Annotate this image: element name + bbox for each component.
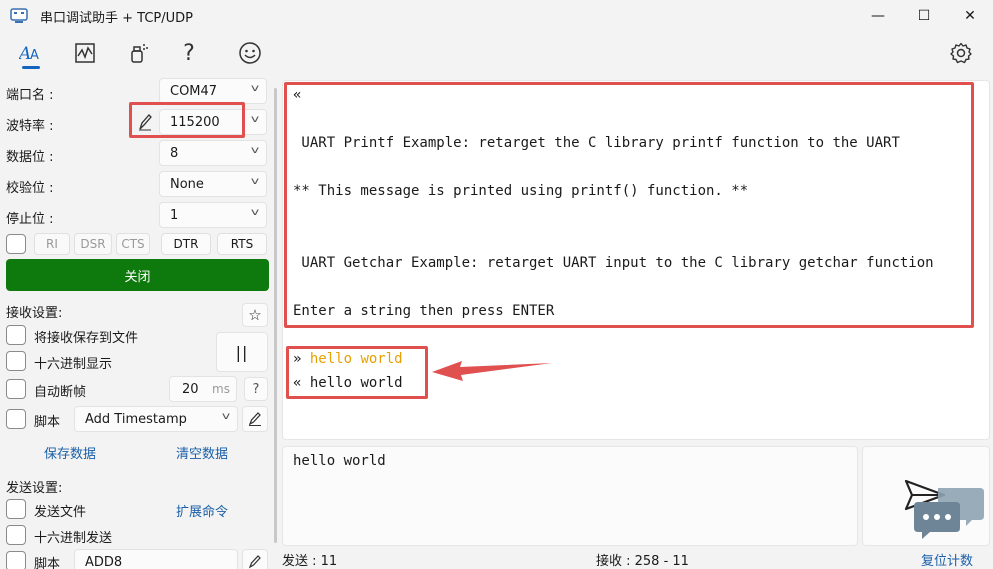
echo-highlight-box [286,346,428,399]
pins-checkbox[interactable] [6,234,26,254]
parity-value: None [170,176,204,192]
edit-send-script-icon[interactable] [242,549,268,569]
script-value: Add Timestamp [85,411,187,427]
reset-count-link[interactable]: 复位计数 [921,550,973,569]
active-tab-indicator [22,66,40,69]
edit-script-icon[interactable] [242,406,268,432]
pause-button[interactable]: || [216,332,268,372]
baud-label: 波特率 : [6,119,54,134]
parity-label: 校验位 : [6,181,54,196]
chevron-down-icon: v [250,176,260,187]
minimize-button[interactable]: — [855,0,901,32]
send-settings-heading: 发送设置: [6,481,63,496]
parity-select[interactable]: None v [159,171,267,197]
chevron-down-icon: v [250,83,260,94]
port-label: 端口名 : [6,88,54,103]
stopbits-label: 停止位 : [6,212,54,227]
frame-ms-unit: ms [212,382,230,396]
auto-frame-label: 自动断帧 [34,385,87,400]
maximize-button[interactable]: ☐ [901,0,947,32]
send-script-select[interactable]: ADD8 [74,549,238,569]
port-select[interactable]: COM47 v [159,78,267,104]
left-panel-scrollbar[interactable] [274,88,277,543]
chevron-down-icon: v [250,207,260,218]
svg-text:A: A [30,48,39,63]
window-title: 串口调试助手 + TCP/UDP [40,11,193,26]
help-icon[interactable]: ? [244,377,268,401]
databits-select[interactable]: 8v [159,140,267,166]
clear-data-link[interactable]: 清空数据 [176,443,228,462]
auto-frame-checkbox[interactable] [6,379,26,399]
stopbits-select[interactable]: 1v [159,202,267,228]
chat-watermark-icon [914,488,984,539]
save-data-link[interactable]: 保存数据 [44,443,96,462]
received-count: 接收 : 258 - 11 [596,554,689,569]
settings-icon[interactable] [946,38,976,68]
script-checkbox[interactable] [6,409,26,429]
send-script-value: ADD8 [85,554,123,569]
hex-display-checkbox[interactable] [6,351,26,371]
hex-send-checkbox[interactable] [6,525,26,545]
send-input-text: hello world [293,453,386,469]
app-icon [10,8,28,23]
chevron-down-icon: v [250,114,260,125]
hex-send-label: 十六进制发送 [34,531,113,546]
chart-icon[interactable] [70,38,100,68]
rts-button[interactable]: RTS [217,233,267,255]
send-file-checkbox[interactable] [6,499,26,519]
spray-icon[interactable] [123,38,153,68]
save-to-file-checkbox[interactable] [6,325,26,345]
dsr-indicator: DSR [74,233,112,255]
cts-indicator: CTS [116,233,150,255]
frame-ms-value: 20 [182,381,199,397]
script-label: 脚本 [34,415,61,430]
sent-count: 发送 : 11 [282,554,338,569]
smiley-icon[interactable] [235,38,265,68]
baud-highlight-box [129,102,245,138]
close-port-button[interactable]: 关闭 [6,259,269,291]
port-value: COM47 [170,83,218,99]
databits-value: 8 [170,145,179,161]
receive-settings-heading: 接收设置: [6,306,63,321]
send-file-label: 发送文件 [34,505,87,520]
annotation-arrow-icon [432,361,552,381]
star-icon[interactable]: ☆ [242,303,268,327]
databits-label: 数据位 : [6,150,54,165]
ext-command-link[interactable]: 扩展命令 [176,501,228,520]
send-script-label: 脚本 [34,557,61,569]
ri-indicator: RI [34,233,70,255]
dtr-button[interactable]: DTR [161,233,211,255]
text-format-icon[interactable]: AA [16,38,46,68]
chevron-down-icon: v [221,411,231,422]
chevron-down-icon: v [250,145,260,156]
hex-display-label: 十六进制显示 [34,357,113,372]
close-window-button[interactable]: ✕ [947,0,993,32]
help-icon[interactable]: ? [174,38,204,68]
frame-ms-input[interactable]: 20 ms [169,376,237,402]
stopbits-value: 1 [170,207,179,223]
send-script-checkbox[interactable] [6,551,26,569]
save-to-file-label: 将接收保存到文件 [34,331,139,346]
script-select[interactable]: Add Timestamp v [74,406,238,432]
received-output-highlight-box [284,82,974,328]
